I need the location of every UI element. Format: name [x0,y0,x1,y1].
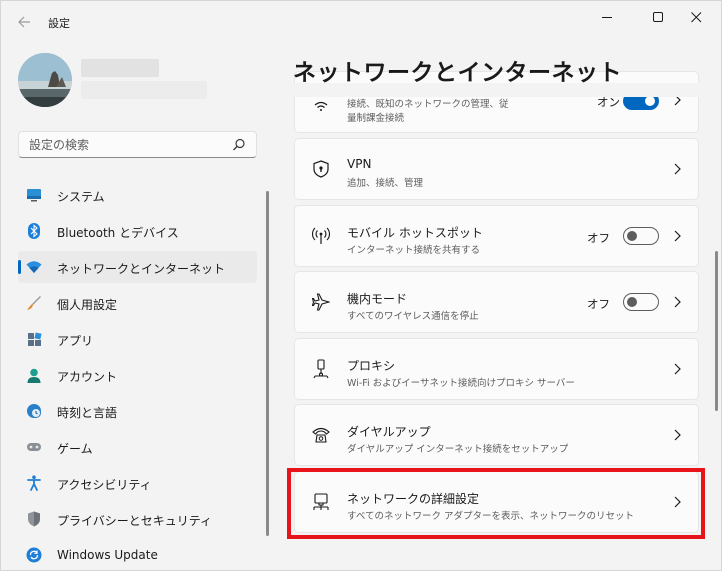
proxy-icon [311,359,331,379]
sidebar-item-label: アプリ [57,334,94,348]
toggle-knob [645,96,655,106]
vpn-shield-icon [311,159,331,179]
close-icon [690,11,701,22]
avatar[interactable] [18,53,72,107]
sidebar-item-label: アカウント [57,370,118,384]
toggle-state-label: オフ [587,297,610,311]
selection-indicator [18,260,21,274]
search-placeholder: 設定の検索 [29,138,90,152]
back-button[interactable] [11,9,37,35]
accessibility-icon [26,475,42,491]
sidebar-item-label: ゲーム [57,442,93,456]
chevron-right-icon [674,429,681,441]
card-proxy[interactable]: プロキシ Wi-Fi およびイーサネット接続向けプロキシ サーバー [294,338,699,400]
search-input[interactable]: 設定の検索 [18,131,257,158]
title-bar: 設定 [1,1,721,41]
avatar-image [18,53,72,107]
gamepad-icon [26,439,42,455]
person-icon [26,367,42,383]
card-airplane-mode[interactable]: 機内モード すべてのワイヤレス通信を停止 オフ [294,271,699,333]
airplane-icon [311,292,331,312]
app-title: 設定 [48,17,70,30]
sidebar-item-label: 個人用設定 [57,298,118,312]
bluetooth-icon [26,223,42,239]
card-title: VPN [347,157,372,171]
sidebar-item-label: システム [57,190,105,204]
sidebar-item-time-language[interactable]: 時刻と言語 [18,395,257,427]
toggle-state-label: オフ [587,231,610,245]
globe-clock-icon [26,403,42,419]
sidebar-item-gaming[interactable]: ゲーム [18,431,257,463]
arrow-left-icon [17,16,30,28]
maximize-icon [652,11,663,22]
chevron-right-icon [674,363,681,375]
dialup-icon [311,425,331,445]
sidebar-item-accounts[interactable]: アカウント [18,359,257,391]
sidebar-item-personalization[interactable]: 個人用設定 [18,287,257,319]
wifi-icon [311,96,331,116]
sidebar-item-system[interactable]: システム [18,179,257,211]
settings-window: 設定 設定の検索 システム Bluetooth とデバイス ネットワークとインタ… [0,0,722,571]
close-button[interactable] [673,1,719,33]
update-icon [26,547,42,563]
account-email-redacted [81,81,207,99]
card-title: 機内モード [347,292,408,306]
sidebar-item-network[interactable]: ネットワークとインターネット [18,251,257,283]
chevron-right-icon [674,230,681,242]
card-title: ダイヤルアップ [347,425,431,439]
sidebar-item-bluetooth[interactable]: Bluetooth とデバイス [18,215,257,247]
system-display-icon [26,187,42,203]
sidebar-item-privacy[interactable]: プライバシーとセキュリティ [18,503,257,535]
card-dialup[interactable]: ダイヤルアップ ダイヤルアップ インターネット接続をセットアップ [294,404,699,466]
chevron-right-icon [674,296,681,308]
search-icon [233,138,245,151]
sidebar-item-windows-update[interactable]: Windows Update [18,539,257,570]
shield-icon [26,511,42,527]
sidebar-item-label: プライバシーとセキュリティ [57,514,213,528]
minimize-button[interactable] [584,1,630,33]
card-title: プロキシ [347,359,396,373]
card-description: 量制課金接続 [347,113,405,124]
sidebar-item-apps[interactable]: アプリ [18,323,257,355]
card-description: インターネット接続を共有する [347,245,481,256]
account-name-redacted [81,59,159,77]
card-title: モバイル ホットスポット [347,226,483,240]
card-description: ダイヤルアップ インターネット接続をセットアップ [347,444,569,455]
chevron-right-icon [674,163,681,175]
sidebar-item-label: 時刻と言語 [57,406,118,420]
apps-icon [26,331,42,347]
wifi-icon [26,259,42,275]
sidebar-scrollbar[interactable] [266,191,269,536]
card-mobile-hotspot[interactable]: モバイル ホットスポット インターネット接続を共有する オフ [294,205,699,267]
brush-icon [26,295,42,311]
page-title: ネットワークとインターネット [293,60,622,86]
card-description: 追加、接続、管理 [347,178,424,189]
toggle-knob [627,297,637,307]
mobile-hotspot-toggle[interactable] [623,227,659,245]
sidebar-item-accessibility[interactable]: アクセシビリティ [18,467,257,499]
highlight-annotation [287,468,705,539]
card-description: Wi-Fi およびイーサネット接続向けプロキシ サーバー [347,378,575,389]
hotspot-icon [311,226,331,246]
card-description-partial: 接続、既知のネットワークの管理、従 [347,99,509,110]
airplane-mode-toggle[interactable] [623,293,659,311]
card-vpn[interactable]: VPN 追加、接続、管理 [294,138,699,200]
main-scrollbar[interactable] [715,251,718,411]
sidebar-item-label: アクセシビリティ [57,478,152,492]
sidebar-item-label: ネットワークとインターネット [57,262,226,276]
minimize-icon [601,16,612,18]
toggle-knob [627,231,637,241]
sidebar-item-label: Bluetooth とデバイス [57,226,179,240]
card-description: すべてのワイヤレス通信を停止 [347,311,479,322]
sidebar-item-label: Windows Update [57,548,158,562]
